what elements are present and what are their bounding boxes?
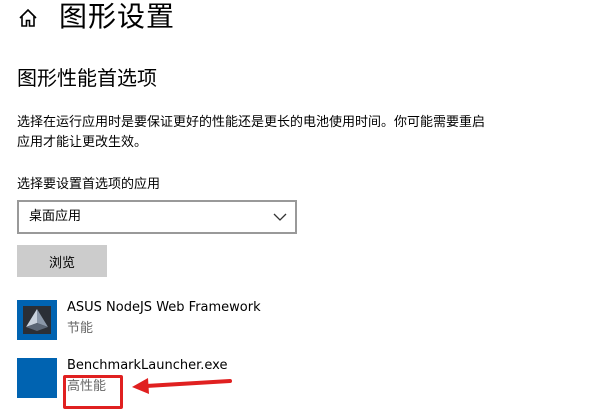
- app-list-item-benchmark[interactable]: BenchmarkLauncher.exe 高性能: [17, 358, 577, 409]
- chevron-down-icon: [273, 213, 287, 221]
- app-type-dropdown[interactable]: 桌面应用: [17, 200, 297, 234]
- section-description: 选择在运行应用时是要保证更好的性能还是更长的电池使用时间。你可能需要重启应用才能…: [17, 115, 486, 150]
- benchmark-app-icon: [17, 358, 57, 398]
- graphics-settings-page: 图形设置 图形性能首选项 选择在运行应用时是要保证更好的性能还是更长的电池使用时…: [0, 0, 600, 416]
- app-name: ASUS NodeJS Web Framework: [67, 300, 261, 315]
- app-name: BenchmarkLauncher.exe: [67, 358, 228, 373]
- app-list-item-asus[interactable]: ASUS NodeJS Web Framework 节能: [17, 300, 577, 340]
- app-preference: 节能: [67, 321, 94, 336]
- asus-app-icon: [17, 300, 57, 340]
- app-selector-label: 选择要设置首选项的应用: [17, 177, 161, 192]
- section-title: 图形性能首选项: [17, 66, 157, 90]
- page-title: 图形设置: [59, 0, 176, 33]
- dropdown-value: 桌面应用: [29, 209, 82, 224]
- app-preference: 高性能: [67, 379, 107, 394]
- browse-button[interactable]: 浏览: [17, 245, 107, 277]
- home-icon[interactable]: [17, 7, 39, 29]
